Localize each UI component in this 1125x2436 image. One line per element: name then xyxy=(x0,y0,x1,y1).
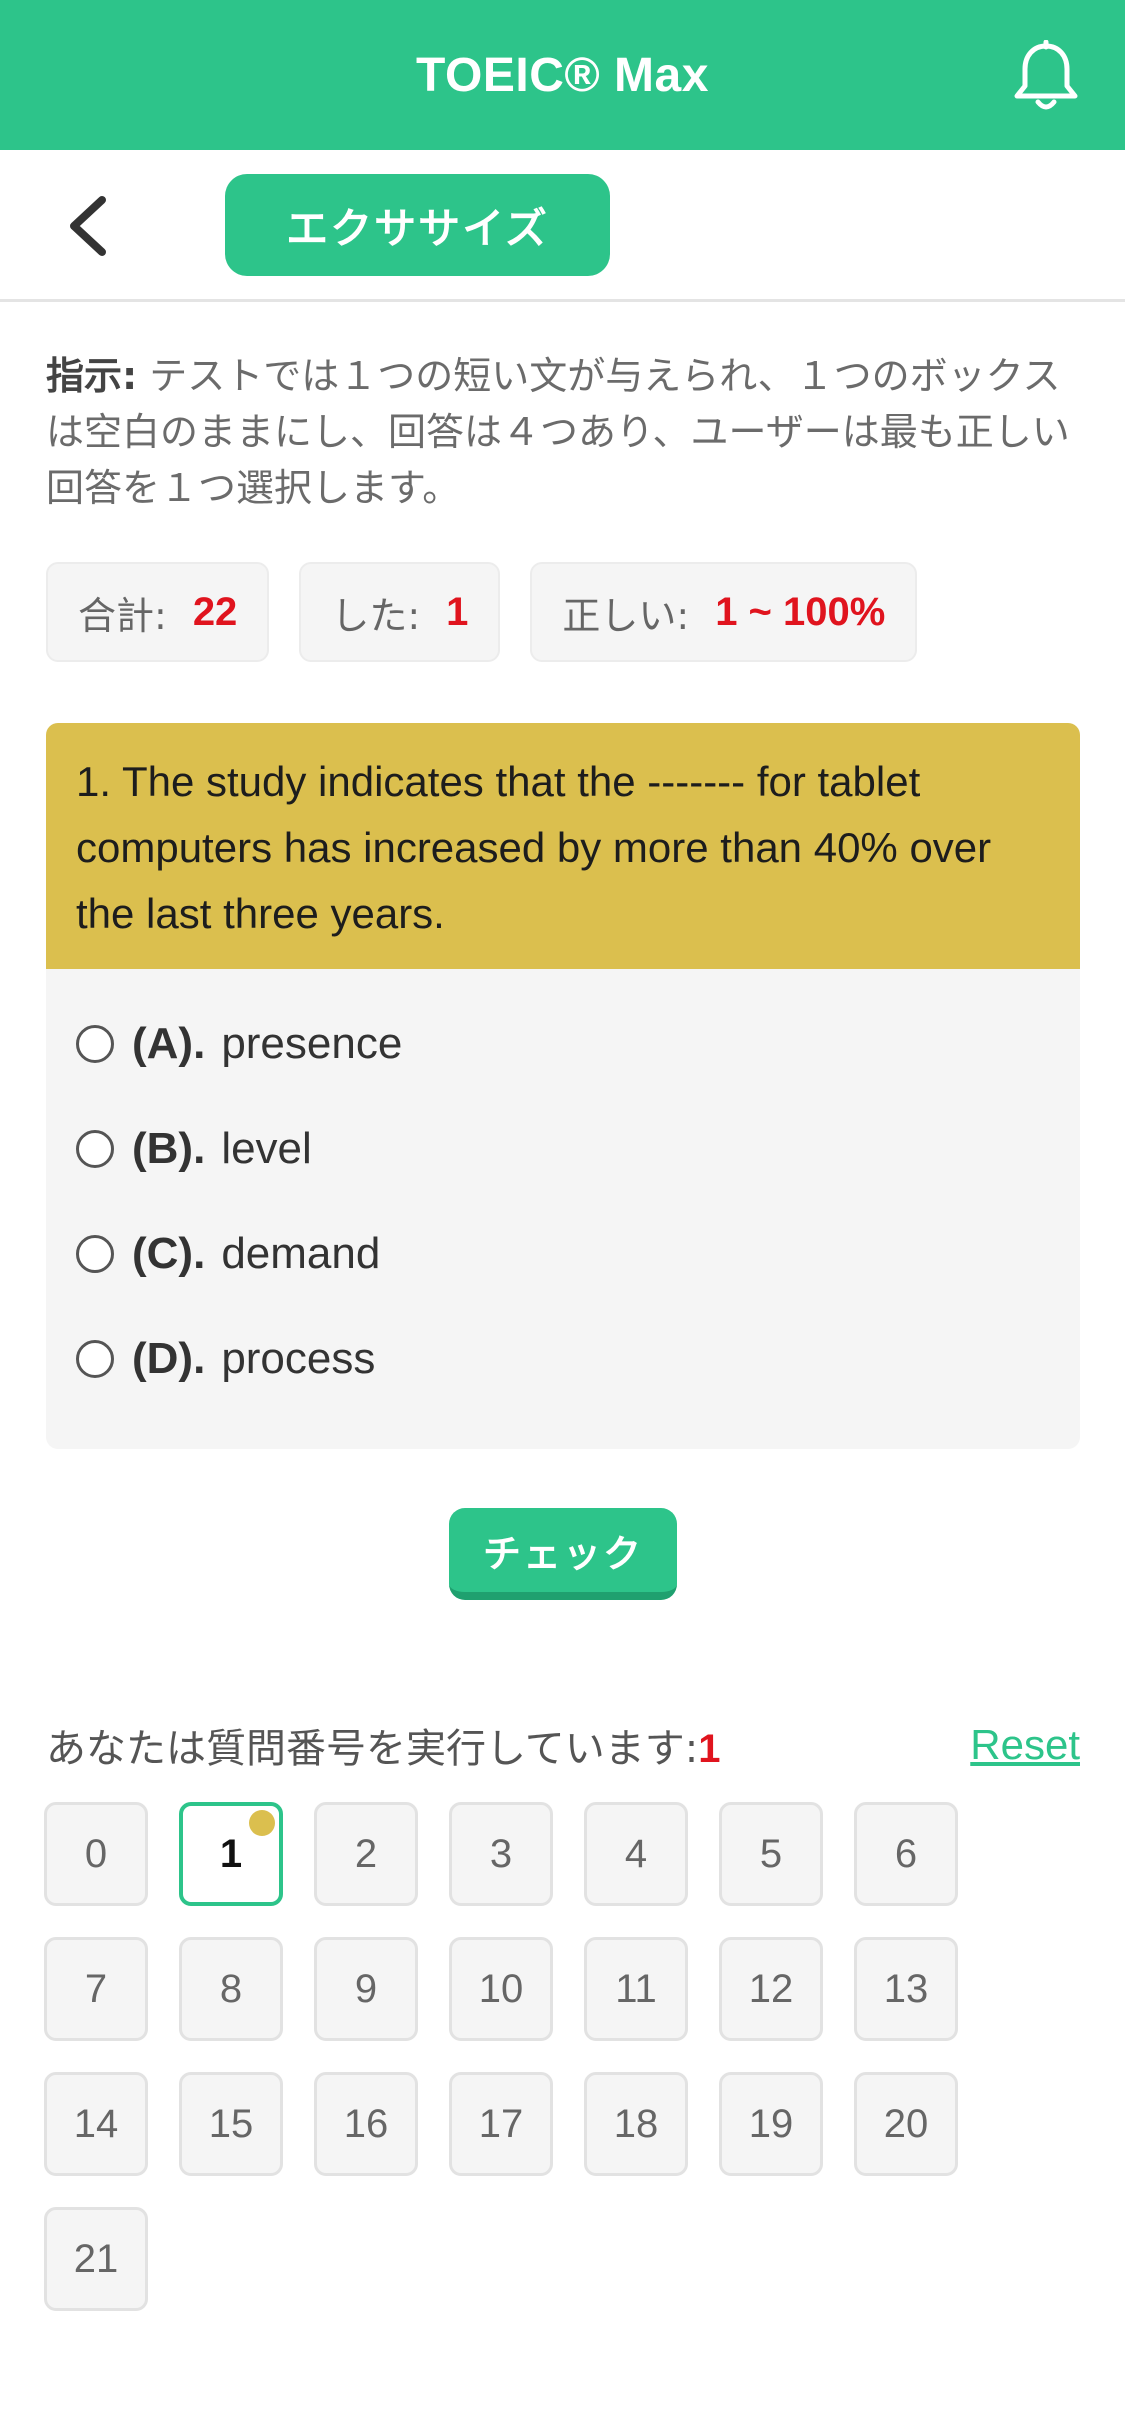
stat-done-value: 1 xyxy=(446,589,469,634)
stat-correct-value: 1 ~ 100% xyxy=(715,589,886,634)
stat-total-label: 合計: xyxy=(78,593,167,638)
question-number-button[interactable]: 16 xyxy=(314,2072,418,2176)
option-letter: (B). xyxy=(132,1123,206,1173)
radio-button[interactable] xyxy=(76,1339,114,1378)
option-letter: (D). xyxy=(132,1333,206,1383)
question-number-button[interactable]: 14 xyxy=(44,2072,148,2176)
instructions-text: テストでは１つの短い文が与えられ、１つのボックスは空白のままにし、回答は４つあり… xyxy=(46,354,1070,510)
running-label: あなたは質問番号を実行しています:1 xyxy=(46,1716,721,1774)
question-number-button[interactable]: 2 xyxy=(314,1802,418,1906)
option-c[interactable]: (C). demand xyxy=(46,1201,1080,1306)
reset-link[interactable]: Reset xyxy=(970,1721,1080,1769)
back-arrow-icon[interactable] xyxy=(62,194,116,258)
option-letter: (A). xyxy=(132,1018,206,1068)
stat-total: 合計: 22 xyxy=(46,562,270,662)
option-d[interactable]: (D). process xyxy=(46,1306,1080,1411)
question-number-button[interactable]: 12 xyxy=(719,1937,823,2041)
question-number-button[interactable]: 21 xyxy=(44,2207,148,2311)
question-number-button[interactable]: 4 xyxy=(584,1802,688,1906)
stat-correct-label: 正しい: xyxy=(562,593,690,638)
question-number-button[interactable]: 18 xyxy=(584,2072,688,2176)
question-number-button-current[interactable]: 1 xyxy=(179,1802,283,1906)
question-number-button[interactable]: 7 xyxy=(44,1937,148,2041)
current-indicator-dot xyxy=(249,1810,275,1836)
question-number-button[interactable]: 15 xyxy=(179,2072,283,2176)
option-text: demand xyxy=(221,1228,381,1278)
question-number-button[interactable]: 17 xyxy=(449,2072,553,2176)
radio-button[interactable] xyxy=(76,1129,114,1168)
instructions: 指示: テストでは１つの短い文が与えられ、１つのボックスは空白のままにし、回答は… xyxy=(46,348,1086,516)
option-text: process xyxy=(221,1333,376,1383)
question-number-button[interactable]: 13 xyxy=(854,1937,958,2041)
instructions-label: 指示: xyxy=(46,354,138,398)
app-bar: TOEIC® Max xyxy=(0,0,1125,150)
check-button[interactable]: チェック xyxy=(449,1508,677,1600)
stat-total-value: 22 xyxy=(192,589,238,634)
question-number-button[interactable]: 11 xyxy=(584,1937,688,2041)
stat-done: した: 1 xyxy=(299,562,501,662)
radio-button[interactable] xyxy=(76,1234,114,1273)
running-text: あなたは質問番号を実行しています: xyxy=(46,1726,699,1772)
radio-button[interactable] xyxy=(76,1024,114,1063)
question-card: 1. The study indicates that the ------- … xyxy=(46,723,1080,1449)
question-number-button[interactable]: 9 xyxy=(314,1937,418,2041)
question-text: 1. The study indicates that the ------- … xyxy=(46,723,1080,969)
answer-options: (A). presence (B). level (C). demand (D)… xyxy=(46,969,1080,1411)
question-number-grid: 0 1 2 3 4 5 6 7 8 9 10 11 12 13 14 15 16… xyxy=(44,1802,1094,2311)
option-letter: (C). xyxy=(132,1228,206,1278)
running-number: 1 xyxy=(698,1727,721,1771)
option-b[interactable]: (B). level xyxy=(46,1096,1080,1201)
option-text: presence xyxy=(221,1018,403,1068)
question-number-button[interactable]: 19 xyxy=(719,2072,823,2176)
stat-correct: 正しい: 1 ~ 100% xyxy=(530,562,918,662)
question-number-button[interactable]: 10 xyxy=(449,1937,553,2041)
bell-icon[interactable] xyxy=(1011,40,1081,112)
question-number-button[interactable]: 20 xyxy=(854,2072,958,2176)
question-number-button[interactable]: 5 xyxy=(719,1802,823,1906)
question-number-button[interactable]: 6 xyxy=(854,1802,958,1906)
progress-row: あなたは質問番号を実行しています:1 Reset xyxy=(46,1712,1080,1778)
app-title: TOEIC® Max xyxy=(416,48,709,102)
question-number-label: 1 xyxy=(219,1831,243,1876)
sub-header: エクササイズ xyxy=(0,150,1125,302)
stats-row: 合計: 22 した: 1 正しい: 1 ~ 100% xyxy=(46,562,918,662)
section-pill[interactable]: エクササイズ xyxy=(225,174,610,276)
option-a[interactable]: (A). presence xyxy=(46,991,1080,1096)
stat-done-label: した: xyxy=(331,593,421,638)
question-number-button[interactable]: 8 xyxy=(179,1937,283,2041)
option-text: level xyxy=(221,1123,312,1173)
question-number-button[interactable]: 3 xyxy=(449,1802,553,1906)
question-number-button[interactable]: 0 xyxy=(44,1802,148,1906)
